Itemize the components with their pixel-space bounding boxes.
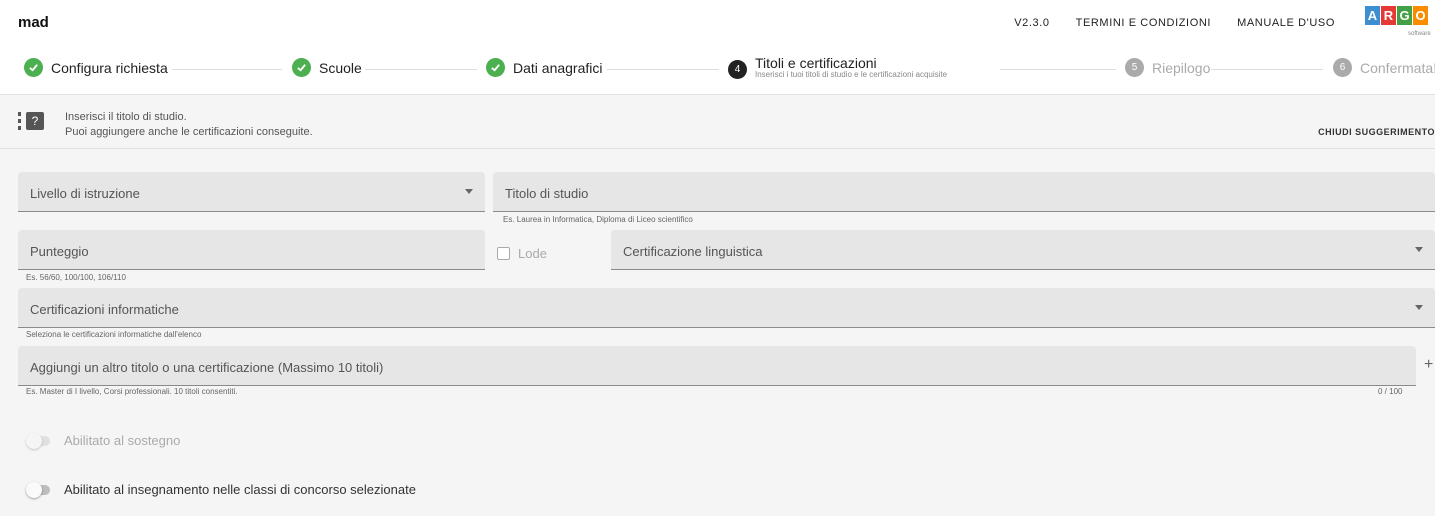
- step-label: Dati anagrafici: [513, 59, 603, 76]
- argo-logo: A R G O: [1365, 6, 1428, 25]
- step-number: 6: [1333, 58, 1352, 77]
- certificazione-linguistica-select[interactable]: Certificazione linguistica: [611, 230, 1435, 270]
- dropdown-arrow-icon: [1415, 247, 1423, 252]
- char-counter: 0 / 100: [1378, 387, 1403, 396]
- titolo-studio-helper: Es. Laurea in Informatica, Diploma di Li…: [503, 215, 693, 224]
- logo-letter: A: [1365, 6, 1380, 25]
- lode-checkbox[interactable]: [497, 247, 510, 260]
- version-label: V2.3.0: [1014, 17, 1050, 29]
- step-titoli-certificazioni[interactable]: 4 Titoli e certificazioni Inserisci i tu…: [728, 55, 948, 80]
- insegnamento-toggle-row: Abilitato al insegnamento nelle classi d…: [26, 481, 416, 498]
- field-label: Certificazione linguistica: [623, 244, 763, 259]
- step-configura-richiesta[interactable]: Configura richiesta: [24, 58, 168, 77]
- step-scuole[interactable]: Scuole: [292, 58, 362, 77]
- altro-titolo-input[interactable]: Aggiungi un altro titolo o una certifica…: [18, 346, 1416, 386]
- sostegno-toggle-row: Abilitato al sostegno: [26, 432, 181, 449]
- hint-line: Inserisci il titolo di studio.: [65, 111, 187, 123]
- top-links: V2.3.0 TERMINI E CONDIZIONI MANUALE D'US…: [1014, 17, 1335, 29]
- add-icon[interactable]: +: [1424, 356, 1433, 374]
- field-label: Punteggio: [30, 244, 89, 259]
- step-confermata: 6 Confermata!: [1333, 58, 1435, 77]
- step-label: Riepilogo: [1152, 59, 1211, 76]
- step-label: Confermata!: [1360, 59, 1435, 76]
- livello-istruzione-select[interactable]: Livello di istruzione: [18, 172, 485, 212]
- logo-subtitle: software: [1408, 31, 1431, 37]
- dropdown-arrow-icon: [1415, 305, 1423, 310]
- step-connector: [172, 69, 282, 70]
- step-connector: [1000, 69, 1116, 70]
- hint-text: Inserisci il titolo di studio. Puoi aggi…: [65, 110, 313, 140]
- step-label: Scuole: [319, 59, 362, 76]
- sostegno-toggle[interactable]: [26, 432, 50, 449]
- help-icon: ?: [18, 112, 46, 132]
- stepper: Configura richiesta Scuole Dati anagrafi…: [0, 46, 1435, 95]
- sostegno-label: Abilitato al sostegno: [64, 433, 181, 448]
- check-icon: [24, 58, 43, 77]
- certificazioni-informatiche-helper: Seleziona le certificazioni informatiche…: [26, 330, 202, 339]
- punteggio-input[interactable]: Punteggio: [18, 230, 485, 270]
- check-icon: [292, 58, 311, 77]
- titolo-studio-input[interactable]: Titolo di studio: [493, 172, 1435, 212]
- field-label: Titolo di studio: [505, 186, 589, 201]
- field-label: Aggiungi un altro titolo o una certifica…: [30, 360, 384, 375]
- step-label: Configura richiesta: [51, 59, 168, 76]
- logo-letter: G: [1397, 6, 1412, 25]
- step-connector: [365, 69, 477, 70]
- step-connector: [1211, 69, 1323, 70]
- step-label: Titoli e certificazioni: [755, 55, 877, 71]
- certificazioni-informatiche-select[interactable]: Certificazioni informatiche: [18, 288, 1435, 328]
- field-label: Certificazioni informatiche: [30, 302, 179, 317]
- step-connector: [607, 69, 719, 70]
- dropdown-arrow-icon: [465, 189, 473, 194]
- terms-link[interactable]: TERMINI E CONDIZIONI: [1076, 17, 1211, 29]
- step-number: 4: [728, 59, 747, 79]
- logo-letter: O: [1413, 6, 1428, 25]
- hint-line: Puoi aggiungere anche le certificazioni …: [65, 126, 313, 138]
- lode-label: Lode: [518, 246, 547, 261]
- lode-checkbox-wrap[interactable]: Lode: [497, 246, 547, 261]
- insegnamento-label: Abilitato al insegnamento nelle classi d…: [64, 482, 416, 497]
- punteggio-helper: Es. 56/60, 100/100, 106/110: [26, 273, 126, 282]
- step-number: 5: [1125, 58, 1144, 77]
- step-sublabel: Inserisci i tuoi titoli di studio e le c…: [755, 70, 948, 79]
- logo-letter: R: [1381, 6, 1396, 25]
- step-dati-anagrafici[interactable]: Dati anagrafici: [486, 58, 603, 77]
- app-name: mad: [18, 14, 49, 31]
- top-bar: mad V2.3.0 TERMINI E CONDIZIONI MANUALE …: [0, 0, 1435, 46]
- altro-titolo-helper: Es. Master di I livello, Corsi professio…: [26, 387, 238, 396]
- field-label: Livello di istruzione: [30, 186, 140, 201]
- hint-panel: ? Inserisci il titolo di studio. Puoi ag…: [0, 96, 1435, 149]
- check-icon: [486, 58, 505, 77]
- insegnamento-toggle[interactable]: [26, 481, 50, 498]
- close-hint-button[interactable]: CHIUDI SUGGERIMENTO: [1318, 127, 1435, 137]
- manual-link[interactable]: MANUALE D'USO: [1237, 17, 1335, 29]
- step-riepilogo: 5 Riepilogo: [1125, 58, 1210, 77]
